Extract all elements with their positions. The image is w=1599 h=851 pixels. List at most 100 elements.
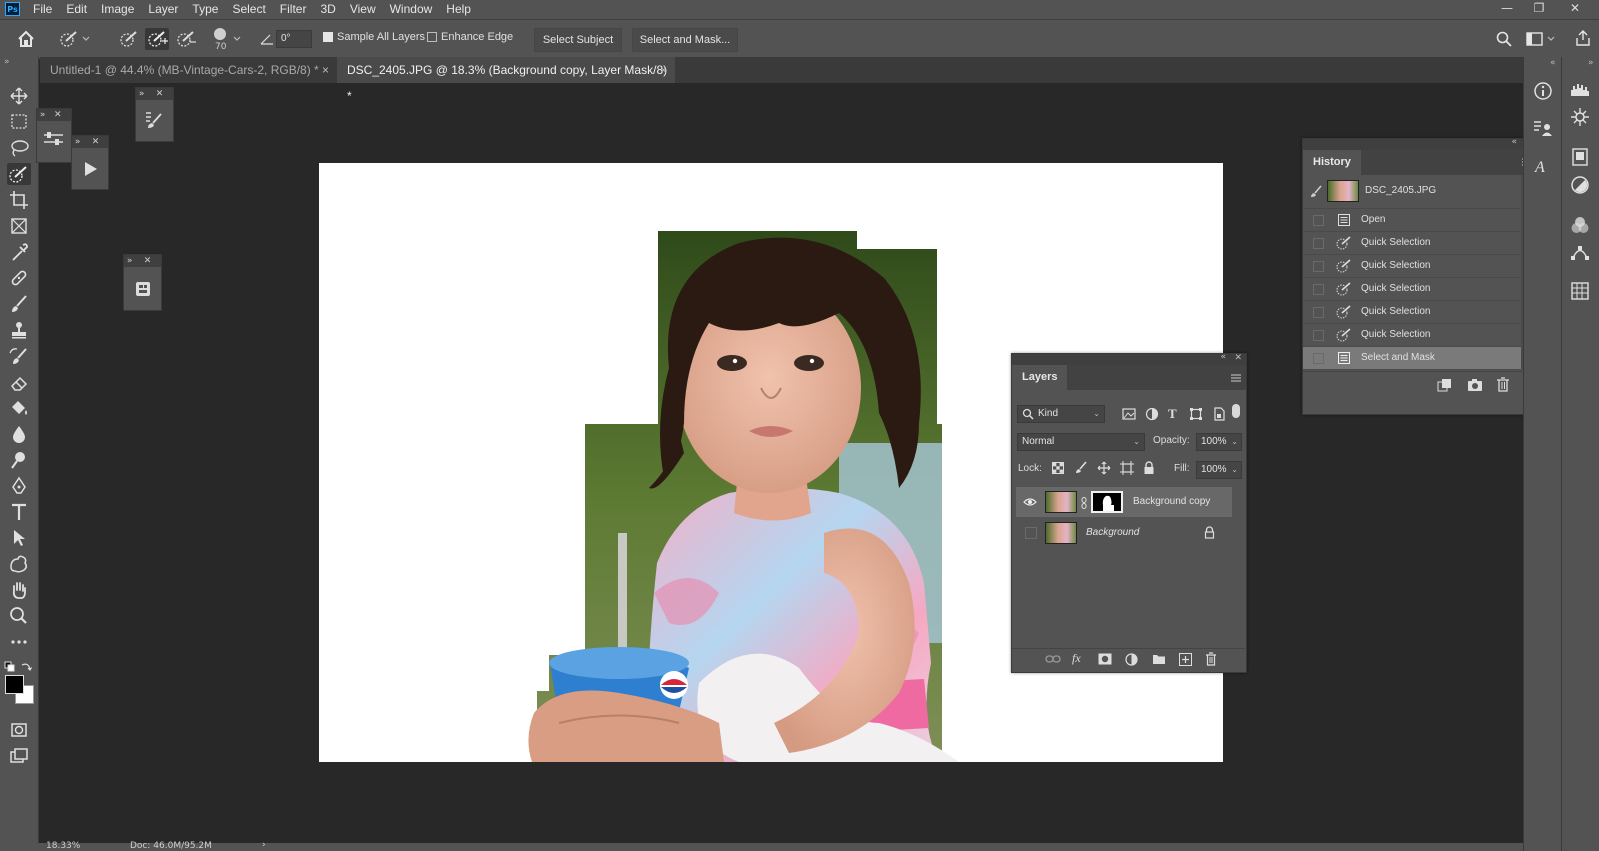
zoom-level[interactable]: 18.33% bbox=[46, 841, 80, 851]
mini-panel-header[interactable]: » ✕ bbox=[124, 255, 161, 267]
close-window-button[interactable]: ✕ bbox=[1560, 0, 1590, 19]
clone-stamp-tool-icon[interactable] bbox=[7, 319, 31, 341]
pen-tool-icon[interactable] bbox=[7, 475, 31, 497]
history-checkbox[interactable] bbox=[1313, 330, 1324, 341]
layer-row-background-copy[interactable]: Background copy bbox=[1016, 487, 1232, 517]
default-colors-icon[interactable] bbox=[4, 661, 16, 673]
menu-image[interactable]: Image bbox=[94, 0, 141, 19]
collapse-icon[interactable]: « bbox=[1220, 352, 1226, 362]
collapse-icon[interactable]: « bbox=[1511, 137, 1517, 147]
history-panel-topbar[interactable]: « ✕ bbox=[1303, 137, 1537, 150]
menu-edit[interactable]: Edit bbox=[59, 0, 94, 19]
layer-mask-thumbnail[interactable] bbox=[1091, 491, 1123, 513]
layer-lock-icon[interactable] bbox=[1204, 526, 1215, 539]
paths-icon[interactable] bbox=[1570, 243, 1590, 263]
screen-mode-icon[interactable] bbox=[7, 745, 31, 767]
clone-source-icon[interactable] bbox=[133, 279, 153, 299]
more-tools-icon[interactable] bbox=[7, 631, 31, 653]
history-item-active[interactable]: Select and Mask bbox=[1303, 347, 1521, 370]
navigator-icon[interactable] bbox=[1570, 107, 1590, 127]
select-subject-button[interactable]: Select Subject bbox=[534, 28, 622, 52]
history-item[interactable]: Quick Selection bbox=[1303, 255, 1521, 278]
opacity-input[interactable]: 100% ⌄ bbox=[1196, 433, 1242, 451]
layer-row-background[interactable]: Background bbox=[1016, 518, 1232, 548]
patterns-icon[interactable] bbox=[1570, 281, 1590, 301]
eyedropper-tool-icon[interactable] bbox=[7, 241, 31, 263]
add-to-selection-icon[interactable] bbox=[145, 28, 169, 50]
add-mask-icon[interactable] bbox=[1098, 653, 1112, 665]
new-layer-icon[interactable] bbox=[1179, 653, 1192, 666]
dodge-tool-icon[interactable] bbox=[7, 449, 31, 471]
swap-colors-icon[interactable] bbox=[20, 661, 32, 673]
hand-tool-icon[interactable] bbox=[7, 579, 31, 601]
menu-window[interactable]: Window bbox=[383, 0, 440, 19]
type-tool-icon[interactable] bbox=[7, 501, 31, 523]
menu-help[interactable]: Help bbox=[439, 0, 478, 19]
filter-adjustment-icon[interactable] bbox=[1145, 407, 1159, 421]
tab-close-icon[interactable]: × bbox=[322, 57, 329, 83]
visibility-toggle[interactable] bbox=[1025, 527, 1037, 539]
menu-select[interactable]: Select bbox=[225, 0, 272, 19]
share-icon[interactable] bbox=[1575, 30, 1591, 46]
subtract-from-selection-icon[interactable] bbox=[175, 30, 197, 48]
history-checkbox[interactable] bbox=[1313, 261, 1324, 272]
marquee-tool-icon[interactable] bbox=[7, 111, 31, 133]
camera-icon[interactable] bbox=[1467, 378, 1483, 392]
path-selection-tool-icon[interactable] bbox=[7, 527, 31, 549]
history-checkbox[interactable] bbox=[1313, 307, 1324, 318]
menu-3d[interactable]: 3D bbox=[313, 0, 342, 19]
character-icon[interactable]: A bbox=[1535, 159, 1545, 177]
crop-tool-icon[interactable] bbox=[7, 189, 31, 211]
close-icon[interactable]: ✕ bbox=[1234, 353, 1242, 363]
menu-file[interactable]: File bbox=[26, 0, 59, 19]
collapse-dock-icon[interactable]: » bbox=[1588, 58, 1594, 68]
filter-pixel-icon[interactable] bbox=[1122, 407, 1136, 421]
history-item[interactable]: Quick Selection bbox=[1303, 301, 1521, 324]
tab-dsc-2405[interactable]: DSC_2405.JPG @ 18.3% (Background copy, L… bbox=[337, 57, 675, 103]
lasso-tool-icon[interactable] bbox=[7, 137, 31, 159]
sample-all-layers-checkbox[interactable] bbox=[323, 32, 333, 42]
add-layer-style-icon[interactable]: fx bbox=[1072, 651, 1081, 666]
new-selection-icon[interactable] bbox=[118, 30, 140, 48]
layer-thumbnail[interactable] bbox=[1045, 522, 1077, 544]
layers-tab[interactable]: Layers bbox=[1012, 365, 1068, 390]
angle-input[interactable]: 0° bbox=[276, 30, 312, 48]
swatches-icon[interactable] bbox=[1570, 147, 1590, 167]
mini-panel-header[interactable]: » ✕ bbox=[72, 136, 108, 148]
visibility-eye-icon[interactable] bbox=[1023, 497, 1037, 507]
lock-transparent-icon[interactable] bbox=[1052, 462, 1064, 474]
foreground-color-swatch[interactable] bbox=[5, 675, 24, 694]
history-tab[interactable]: History bbox=[1303, 150, 1361, 175]
link-layers-icon[interactable] bbox=[1045, 654, 1061, 664]
adjustments-icon[interactable] bbox=[43, 131, 65, 147]
play-icon[interactable] bbox=[81, 160, 99, 178]
filter-smart-object-icon[interactable] bbox=[1212, 407, 1226, 421]
quick-mask-icon[interactable] bbox=[7, 719, 31, 741]
layer-thumbnail[interactable] bbox=[1045, 491, 1077, 513]
layers-panel-topbar[interactable]: « ✕ bbox=[1012, 352, 1246, 365]
history-item[interactable]: Quick Selection bbox=[1303, 278, 1521, 301]
libraries-icon[interactable] bbox=[1533, 119, 1553, 139]
delete-layer-icon[interactable] bbox=[1205, 652, 1217, 666]
trash-icon[interactable] bbox=[1496, 377, 1510, 392]
info-icon[interactable] bbox=[1533, 81, 1553, 101]
frame-tool-icon[interactable] bbox=[7, 215, 31, 237]
lock-artboard-icon[interactable] bbox=[1120, 461, 1134, 475]
zoom-tool-icon[interactable] bbox=[7, 605, 31, 627]
blur-tool-icon[interactable] bbox=[7, 423, 31, 445]
history-item[interactable]: Quick Selection bbox=[1303, 232, 1521, 255]
history-checkbox[interactable] bbox=[1313, 284, 1324, 295]
lock-position-icon[interactable] bbox=[1097, 461, 1111, 475]
filter-toggle-switch[interactable] bbox=[1232, 404, 1240, 418]
lock-all-icon[interactable] bbox=[1143, 461, 1155, 475]
lock-pixels-icon[interactable] bbox=[1074, 461, 1088, 475]
blend-mode-select[interactable]: Normal ⌄ bbox=[1017, 433, 1145, 451]
history-snapshot[interactable]: DSC_2405.JPG bbox=[1303, 175, 1521, 209]
tab-close-icon[interactable]: × bbox=[660, 57, 667, 83]
menu-type[interactable]: Type bbox=[185, 0, 225, 19]
new-document-from-state-icon[interactable] bbox=[1437, 378, 1453, 392]
menu-filter[interactable]: Filter bbox=[273, 0, 314, 19]
menu-layer[interactable]: Layer bbox=[141, 0, 185, 19]
fill-input[interactable]: 100% ⌄ bbox=[1196, 461, 1242, 479]
minimize-button[interactable]: — bbox=[1492, 0, 1522, 19]
